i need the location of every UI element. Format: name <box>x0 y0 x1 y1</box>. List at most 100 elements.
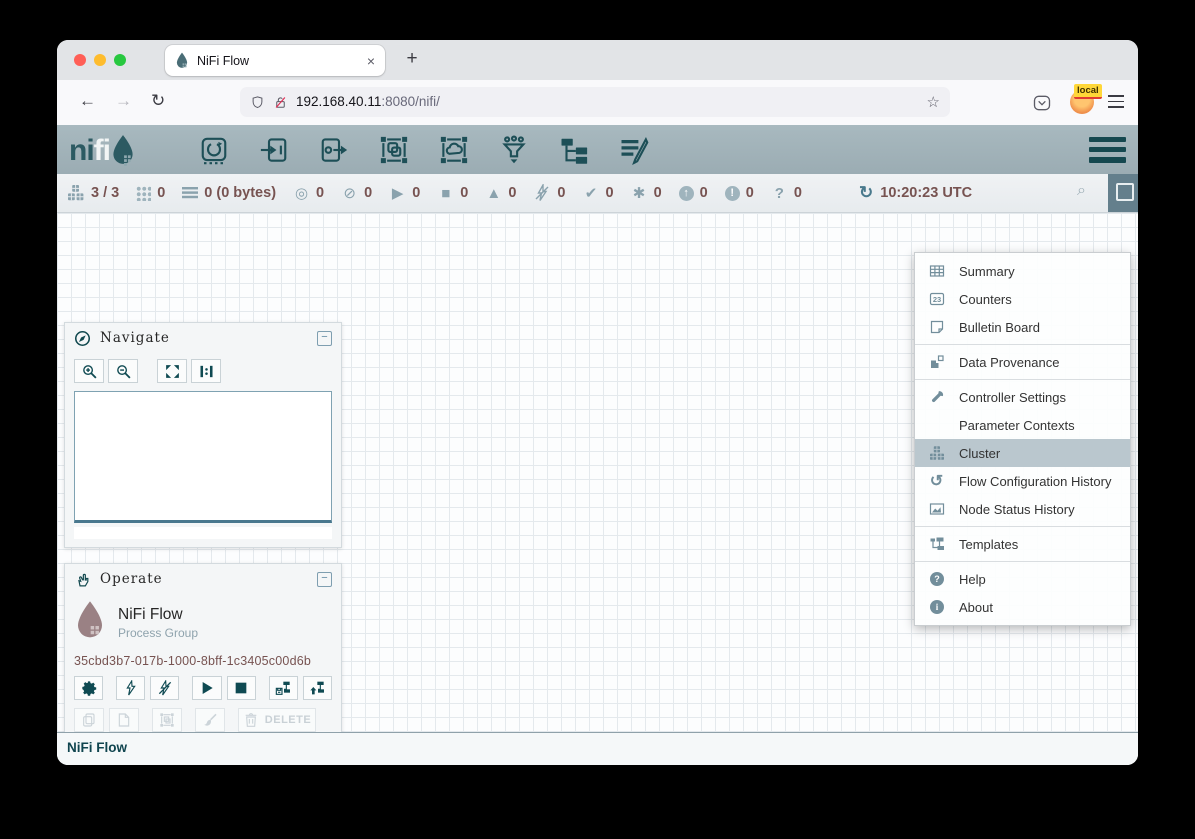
template-small-icon <box>927 536 946 552</box>
delete-button[interactable]: DELETE <box>238 708 316 732</box>
paste-button[interactable] <box>109 708 139 732</box>
output-port-icon[interactable] <box>319 135 349 165</box>
menu-item-help[interactable]: ? Help <box>915 565 1130 593</box>
back-button[interactable]: ← <box>79 91 96 111</box>
url-host: 192.168.40.11 <box>296 94 381 109</box>
tab-title: NiFi Flow <box>197 54 359 68</box>
menu-item-data-provenance[interactable]: Data Provenance <box>915 348 1130 376</box>
configuration-button[interactable] <box>74 676 103 700</box>
transmitting-icon: ◎ <box>293 184 310 202</box>
url-bar[interactable]: 192.168.40.11:8080/nifi/ ☆ <box>240 87 950 117</box>
close-window-button[interactable] <box>74 54 86 66</box>
refresh-icon[interactable]: ↻ <box>859 183 873 203</box>
disable-button[interactable] <box>150 676 179 700</box>
breadcrumb[interactable]: NiFi Flow <box>67 740 1138 755</box>
remote-process-group-icon[interactable] <box>439 135 469 165</box>
process-group-icon[interactable] <box>379 135 409 165</box>
running-status: ▶0 <box>389 184 420 202</box>
collapse-navigate-button[interactable]: − <box>317 331 332 346</box>
search-icon[interactable]: ⌕ <box>1077 182 1086 200</box>
cluster-icon <box>67 184 85 202</box>
zoom-window-button[interactable] <box>114 54 126 66</box>
queued-status: 0 (0 bytes) <box>182 185 276 201</box>
menu-separator <box>915 526 1130 527</box>
menu-item-counters[interactable]: 23 Counters <box>915 285 1130 313</box>
tracking-shield-icon[interactable] <box>250 95 265 110</box>
breadcrumb-bar: NiFi Flow <box>57 732 1138 765</box>
not-transmitting-status: ⊘0 <box>341 184 372 202</box>
upload-template-button[interactable] <box>303 676 332 700</box>
collapse-operate-button[interactable]: − <box>317 572 332 587</box>
browser-tab[interactable]: NiFi Flow × <box>165 45 385 76</box>
selected-flow-type: Process Group <box>118 626 198 640</box>
check-icon: ✔ <box>583 184 600 202</box>
pocket-icon[interactable] <box>1032 93 1052 113</box>
navigate-header[interactable]: Navigate − <box>65 323 341 353</box>
asterisk-icon: ✱ <box>631 184 648 202</box>
provenance-icon <box>927 354 946 370</box>
menu-item-templates[interactable]: Templates <box>915 530 1130 558</box>
menu-item-cluster[interactable]: Cluster <box>915 439 1130 467</box>
menu-item-about[interactable]: i About <box>915 593 1130 621</box>
profile-badge: local <box>1074 84 1102 99</box>
start-button[interactable] <box>192 676 221 700</box>
url-text[interactable]: 192.168.40.11:8080/nifi/ <box>296 93 440 111</box>
nifi-component-toolbar: nifi <box>57 125 1138 174</box>
menu-item-summary[interactable]: Summary <box>915 257 1130 285</box>
threads-icon <box>136 186 151 201</box>
new-tab-button[interactable]: + <box>399 48 425 70</box>
tab-close-icon[interactable]: × <box>367 53 375 69</box>
delete-label: DELETE <box>265 714 311 726</box>
zoom-actual-button[interactable] <box>191 359 221 383</box>
bookmark-star-icon[interactable]: ☆ <box>927 93 940 111</box>
input-port-icon[interactable] <box>259 135 289 165</box>
locally-modified-status: ✱0 <box>631 184 662 202</box>
process-group-id[interactable]: 35cbd3b7-017b-1000-8bff-1c3405c00d6b <box>74 654 332 668</box>
browser-navbar: ← → ↻ 192.168.40.11:8080/nifi/ ☆ local <box>57 80 1138 125</box>
insecure-lock-icon[interactable] <box>273 95 288 110</box>
reload-button[interactable]: ↻ <box>151 91 165 111</box>
menu-separator <box>915 344 1130 345</box>
operate-buttons-row-1 <box>74 676 332 700</box>
menu-item-controller-settings[interactable]: Controller Settings <box>915 383 1130 411</box>
browser-menu-icon[interactable] <box>1108 95 1124 108</box>
refresh-status: ↻ 10:20:23 UTC <box>859 174 972 212</box>
copy-button[interactable] <box>74 708 104 732</box>
tab-strip: NiFi Flow × + <box>57 40 1138 80</box>
template-icon[interactable] <box>559 135 589 165</box>
group-button[interactable] <box>152 708 182 732</box>
navigate-panel: Navigate − <box>64 322 342 548</box>
queued-icon <box>182 187 198 200</box>
browser-window: NiFi Flow × + ← → ↻ 192.168.40.11:8080/n… <box>57 40 1138 765</box>
menu-item-parameter-contexts[interactable]: Parameter Contexts <box>915 411 1130 439</box>
birdseye-resize-strip[interactable] <box>74 527 332 539</box>
enable-button[interactable] <box>116 676 145 700</box>
global-menu-button[interactable] <box>1089 137 1126 163</box>
minimize-window-button[interactable] <box>94 54 106 66</box>
label-icon[interactable] <box>619 135 649 165</box>
menu-item-bulletin-board[interactable]: Bulletin Board <box>915 313 1130 341</box>
nifi-logo: nifi <box>69 134 136 166</box>
processor-icon[interactable] <box>199 135 229 165</box>
compass-icon <box>74 330 91 347</box>
cubes-icon <box>927 445 946 461</box>
zoom-out-button[interactable] <box>108 359 138 383</box>
menu-item-node-status-history[interactable]: Node Status History <box>915 495 1130 523</box>
create-template-button[interactable] <box>269 676 298 700</box>
not-transmitting-icon: ⊘ <box>341 184 358 202</box>
stop-button[interactable] <box>227 676 256 700</box>
stopped-icon: ■ <box>437 185 454 202</box>
birdseye-minimap[interactable] <box>74 391 332 523</box>
forward-button[interactable]: → <box>115 91 132 111</box>
active-threads-status: 0 <box>136 185 165 201</box>
cluster-status: 3 / 3 <box>67 184 119 202</box>
fill-color-button[interactable] <box>195 708 225 732</box>
zoom-fit-button[interactable] <box>157 359 187 383</box>
funnel-icon[interactable] <box>499 135 529 165</box>
zoom-in-button[interactable] <box>74 359 104 383</box>
arrow-up-circle-icon: ↑ <box>679 186 694 201</box>
question-icon: ? <box>771 185 788 202</box>
running-icon: ▶ <box>389 184 406 202</box>
menu-item-flow-configuration-history[interactable]: ↺ Flow Configuration History <box>915 467 1130 495</box>
operate-header[interactable]: Operate − <box>65 564 341 594</box>
